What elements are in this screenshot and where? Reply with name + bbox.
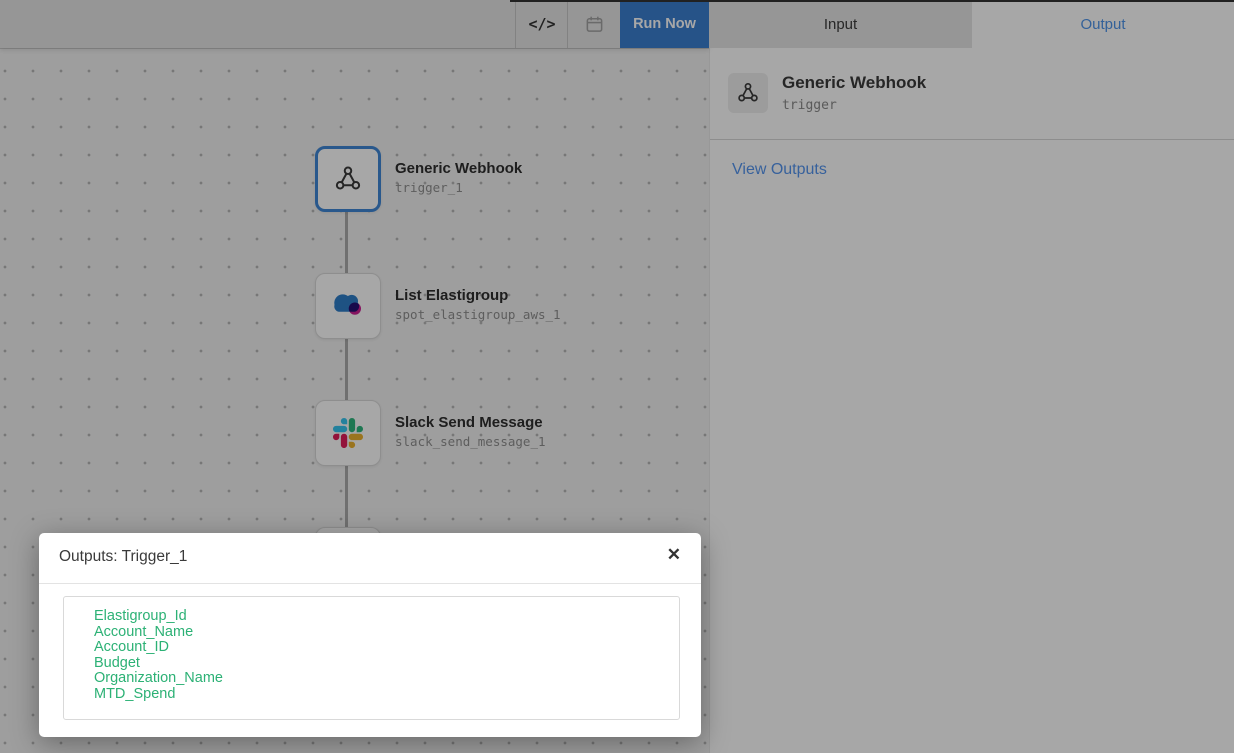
close-icon[interactable]: ✕: [667, 543, 681, 567]
output-item[interactable]: Account_ID: [94, 640, 679, 656]
output-item[interactable]: Elastigroup_Id: [94, 609, 679, 625]
output-item[interactable]: Budget: [94, 656, 679, 672]
output-item[interactable]: MTD_Spend: [94, 687, 679, 703]
outputs-list: Elastigroup_Id Account_Name Account_ID B…: [63, 596, 680, 720]
workflow-editor-app: </> Run Now Input Output: [0, 0, 1234, 753]
modal-header: Outputs: Trigger_1 ✕: [39, 533, 701, 584]
output-item[interactable]: Organization_Name: [94, 671, 679, 687]
outputs-modal: Outputs: Trigger_1 ✕ Elastigroup_Id Acco…: [39, 533, 701, 737]
output-item[interactable]: Account_Name: [94, 625, 679, 641]
modal-title: Outputs: Trigger_1: [59, 548, 187, 566]
